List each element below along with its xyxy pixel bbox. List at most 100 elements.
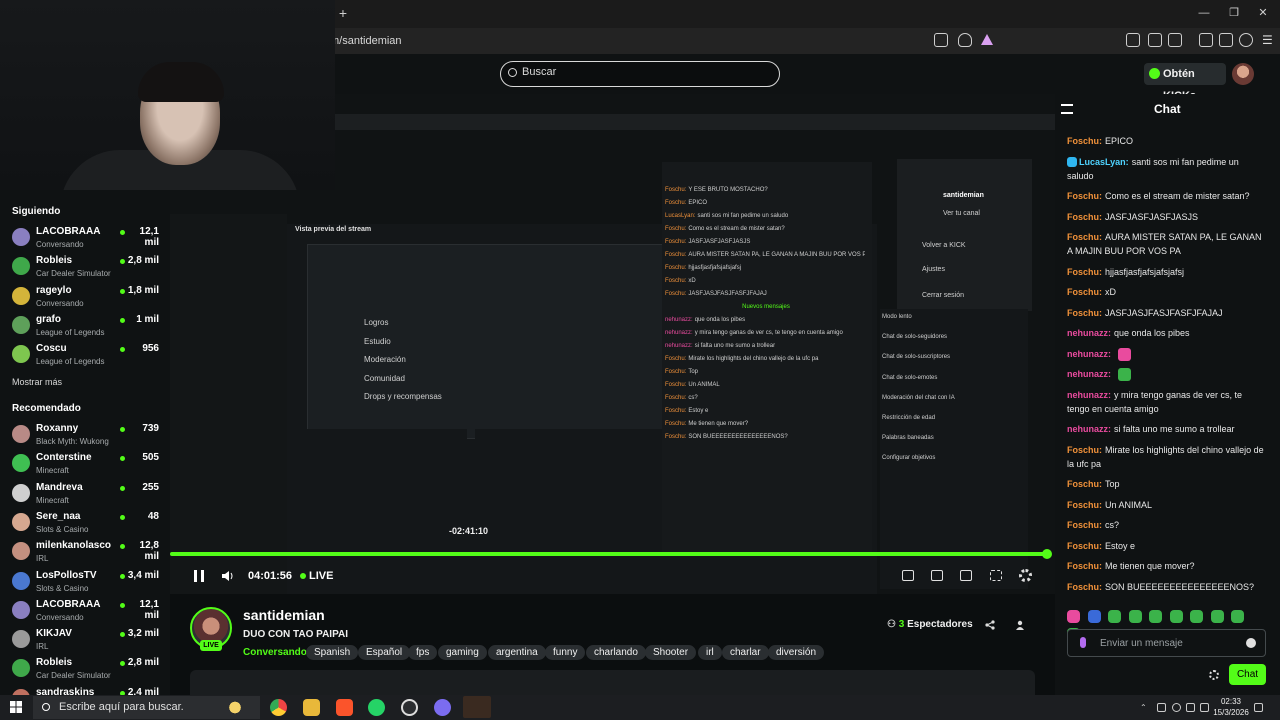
emote-option-icon[interactable] <box>1231 610 1244 624</box>
emote-option-icon[interactable] <box>1128 610 1142 624</box>
emoji-picker-icon[interactable] <box>1246 638 1256 648</box>
sidebar-channel[interactable]: LACOBRAAA Conversando 12,1 mil <box>0 223 170 252</box>
chat-username[interactable]: Foschu: <box>1067 136 1102 146</box>
live-label[interactable]: LIVE <box>309 570 333 582</box>
chat-username[interactable]: Foschu: <box>1067 267 1102 277</box>
tag-0[interactable]: Spanish <box>306 645 359 660</box>
chat-username[interactable]: nehunazz: <box>1067 424 1111 434</box>
tag-3[interactable]: gaming <box>438 645 487 660</box>
chat-username[interactable]: Foschu: <box>1067 232 1102 242</box>
chat-username[interactable]: Foschu: <box>1067 191 1102 201</box>
sidebar-channel[interactable]: Robleis Car Dealer Simulator 2,8 mil <box>0 252 170 281</box>
clip-icon[interactable] <box>931 570 943 581</box>
chat-settings-icon[interactable] <box>1209 670 1219 680</box>
chat-username[interactable]: Foschu: <box>1067 500 1102 510</box>
menu-icon[interactable]: ☰ <box>1262 33 1273 47</box>
new-tab-button[interactable]: + <box>336 6 350 20</box>
volume-tray-icon[interactable] <box>1200 703 1209 712</box>
maximize-button[interactable]: ❐ <box>1227 6 1241 20</box>
emote-option-icon[interactable] <box>1067 610 1080 624</box>
sidebar-channel[interactable]: LosPollosTV Slots & Casino 3,4 mil <box>0 567 170 596</box>
tray-chevron-icon[interactable]: ⌃ <box>1140 703 1149 712</box>
clock[interactable]: 02:33 15/3/2026 <box>1211 696 1251 718</box>
sidebar-channel[interactable]: Mandreva Minecraft 255 <box>0 479 170 508</box>
user-avatar[interactable] <box>1232 63 1254 85</box>
emote-option-icon[interactable] <box>1190 610 1203 624</box>
settings-gear-icon[interactable] <box>1019 569 1032 582</box>
sidebar-channel[interactable]: KIKJAV IRL 3,2 mil <box>0 625 170 654</box>
chrome-icon[interactable] <box>270 699 287 716</box>
sidebar-channel[interactable]: milenkanolasco IRL 12,8 mil <box>0 537 170 566</box>
tag-1[interactable]: Español <box>358 645 411 660</box>
brave-shield-icon[interactable] <box>958 33 972 47</box>
emote-option-icon[interactable] <box>1108 610 1121 624</box>
tray-icon-2[interactable] <box>1172 703 1181 712</box>
chat-username[interactable]: Foschu: <box>1067 479 1102 489</box>
chat-username[interactable]: Foschu: <box>1067 520 1102 530</box>
url-field[interactable]: m/santidemian <box>330 33 945 49</box>
brave-icon[interactable] <box>336 699 353 716</box>
rewards-icon[interactable] <box>981 34 993 45</box>
emote-option-icon[interactable] <box>1149 610 1162 624</box>
extension-icon[interactable] <box>1126 33 1140 47</box>
wallet-icon[interactable] <box>1219 33 1233 47</box>
sidebar-channel[interactable]: rageylo Conversando 1,8 mil <box>0 282 170 311</box>
pause-icon[interactable] <box>194 570 204 582</box>
volume-icon[interactable] <box>222 571 234 581</box>
sidebar-icon[interactable] <box>1199 33 1213 47</box>
mic-icon[interactable] <box>1080 637 1086 648</box>
chat-send-button[interactable]: Chat <box>1229 664 1266 685</box>
chat-username[interactable]: Foschu: <box>1067 561 1102 571</box>
tag-5[interactable]: funny <box>545 645 586 660</box>
share-icon[interactable] <box>985 620 995 630</box>
chat-username[interactable]: Foschu: <box>1067 212 1102 222</box>
collapse-chat-icon[interactable] <box>1061 104 1073 114</box>
tag-8[interactable]: irl <box>698 645 722 660</box>
fullscreen-icon[interactable] <box>990 570 1002 581</box>
sidebar-channel[interactable]: grafo League of Legends 1 mil <box>0 311 170 340</box>
chat-username[interactable]: Foschu: <box>1067 582 1102 592</box>
emote-option-icon[interactable] <box>1169 610 1183 624</box>
chat-username[interactable]: Foschu: <box>1067 287 1102 297</box>
tag-10[interactable]: diversión <box>768 645 825 660</box>
sidebar-channel[interactable]: Roxanny Black Myth: Wukong 739 <box>0 420 170 449</box>
sidebar-channel[interactable]: Conterstine Minecraft 505 <box>0 449 170 478</box>
emote-option-icon[interactable] <box>1210 610 1224 624</box>
chat-username[interactable]: Foschu: <box>1067 308 1102 318</box>
file-explorer-icon[interactable] <box>303 699 320 716</box>
share-page-icon[interactable] <box>934 33 948 47</box>
pip-icon[interactable] <box>902 570 914 581</box>
tag-4[interactable]: argentina <box>488 645 546 660</box>
stream-category[interactable]: Conversando <box>243 647 307 658</box>
chat-username[interactable]: nehunazz: <box>1067 390 1111 400</box>
chat-username[interactable]: Foschu: <box>1067 541 1102 551</box>
follow-icon[interactable] <box>1016 620 1026 630</box>
discord-icon[interactable] <box>434 699 451 716</box>
screenshot-icon[interactable] <box>1168 33 1182 47</box>
progress-handle[interactable] <box>1042 549 1052 559</box>
emote-option-icon[interactable] <box>1087 610 1101 624</box>
sidebar-channel[interactable]: Robleis Car Dealer Simulator 2,8 mil <box>0 654 170 683</box>
sidebar-channel[interactable]: LACOBRAAA Conversando 12,1 mil <box>0 596 170 625</box>
tag-9[interactable]: charlar <box>722 645 769 660</box>
progress-bar[interactable] <box>170 552 1048 556</box>
tag-2[interactable]: fps <box>408 645 438 660</box>
tag-6[interactable]: charlando <box>586 645 646 660</box>
vpn-icon[interactable] <box>1239 33 1253 47</box>
network-icon[interactable] <box>1186 703 1195 712</box>
channel-name[interactable]: santidemian <box>243 607 325 623</box>
notifications-icon[interactable] <box>1254 703 1263 712</box>
puzzle-icon[interactable] <box>1148 33 1162 47</box>
show-more-link[interactable]: Mostrar más <box>12 377 62 387</box>
minimize-button[interactable]: — <box>1197 6 1211 20</box>
whatsapp-icon[interactable] <box>368 699 385 716</box>
chat-username[interactable]: nehunazz: <box>1067 328 1111 338</box>
sidebar-channel[interactable]: Coscu League of Legends 956 <box>0 340 170 369</box>
close-window-button[interactable]: ✕ <box>1256 6 1270 20</box>
chat-username[interactable]: nehunazz: <box>1067 369 1111 379</box>
obs-icon[interactable] <box>401 699 418 716</box>
chat-username[interactable]: nehunazz: <box>1067 349 1111 359</box>
sidebar-channel[interactable]: Sere_naa Slots & Casino 48 <box>0 508 170 537</box>
theater-mode-icon[interactable] <box>960 570 972 581</box>
tag-7[interactable]: Shooter <box>645 645 697 660</box>
